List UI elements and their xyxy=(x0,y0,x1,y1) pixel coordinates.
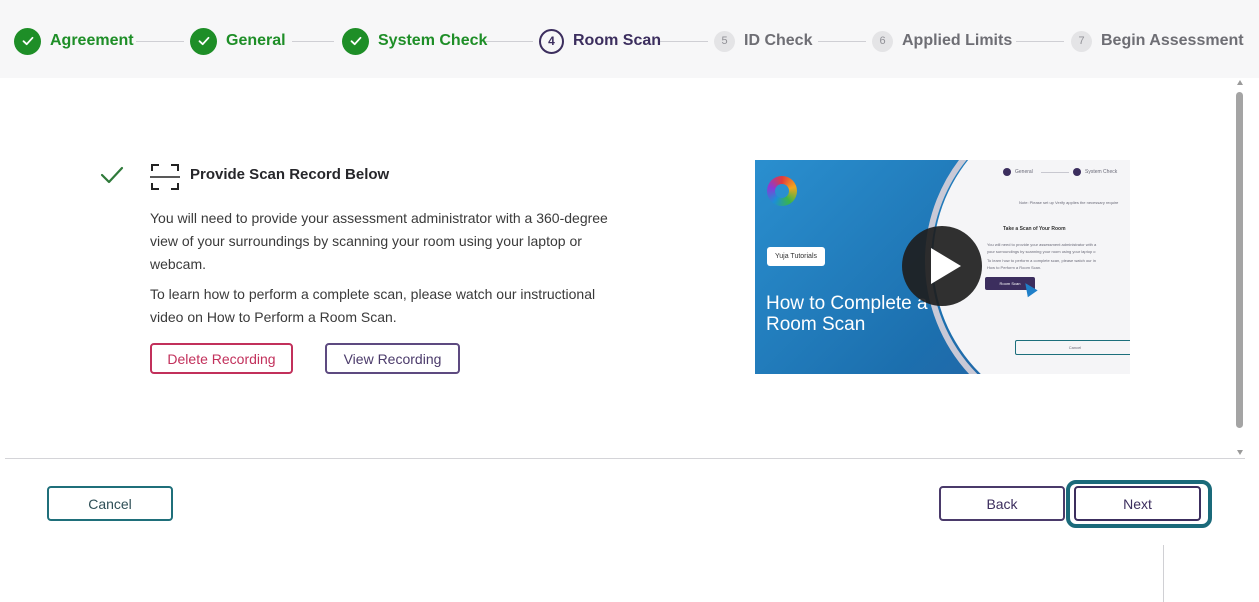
play-button-icon[interactable] xyxy=(902,226,982,306)
step-label: Agreement xyxy=(50,32,134,49)
view-recording-button[interactable]: View Recording xyxy=(325,343,460,374)
check-circle-icon xyxy=(14,27,41,55)
step-label: Applied Limits xyxy=(902,32,1013,49)
video-title: How to Complete a Room Scan xyxy=(766,293,928,335)
tutorial-paragraph: To learn how to perform a complete scan,… xyxy=(150,286,596,325)
step-label: Room Scan xyxy=(573,32,662,49)
mini-text: You will need to provide your assessment… xyxy=(987,242,1097,247)
tutorial-video-thumbnail[interactable]: General System Check Note: Please set up… xyxy=(755,160,1130,374)
step-room-scan[interactable]: 4 Room Scan xyxy=(539,27,661,55)
step-number: 4 xyxy=(539,28,564,54)
checkmark-icon xyxy=(100,165,124,190)
scrollbar-thumb[interactable] xyxy=(1236,92,1243,428)
check-circle-icon xyxy=(342,27,369,55)
scroll-down-arrow[interactable] xyxy=(1237,450,1243,455)
scan-frame-icon xyxy=(150,163,180,196)
step-connector xyxy=(136,41,184,42)
cancel-button[interactable]: Cancel xyxy=(47,486,173,521)
step-applied-limits: 6 Applied Limits xyxy=(872,27,1012,55)
step-number: 6 xyxy=(872,30,893,52)
mini-text: To learn how to perform a complete scan,… xyxy=(987,258,1096,263)
step-agreement[interactable]: Agreement xyxy=(14,27,134,55)
check-circle-icon xyxy=(190,27,217,55)
scroll-up-arrow[interactable] xyxy=(1237,80,1243,85)
step-connector xyxy=(660,41,708,42)
divider-line xyxy=(1163,545,1164,602)
progress-stepper: Agreement General System Check 4 Room Sc… xyxy=(0,0,1259,78)
step-begin-assessment: 7 Begin Assessment xyxy=(1071,27,1244,55)
delete-recording-button[interactable]: Delete Recording xyxy=(150,343,293,374)
step-number: 5 xyxy=(714,30,735,52)
step-number: 7 xyxy=(1071,30,1092,52)
mini-cancel-button: Cancel xyxy=(1015,340,1130,355)
mini-heading: Take a Scan of Your Room xyxy=(1003,226,1066,232)
step-connector xyxy=(1016,41,1064,42)
step-id-check: 5 ID Check xyxy=(714,27,812,55)
step-connector xyxy=(292,41,334,42)
mini-step-system-check: System Check xyxy=(1085,169,1118,175)
back-button[interactable]: Back xyxy=(939,486,1065,521)
step-general[interactable]: General xyxy=(190,27,286,55)
next-button[interactable]: Next xyxy=(1074,486,1201,521)
mini-text: How to Perform a Room Scan. xyxy=(987,265,1042,270)
mini-check-icon xyxy=(1003,168,1011,176)
mini-text: your surroundings by scanning your room … xyxy=(987,249,1096,254)
mini-note: Note: Please set up Verify applies the n… xyxy=(1019,200,1119,205)
step-label: ID Check xyxy=(744,32,813,49)
section-title: Provide Scan Record Below xyxy=(190,166,390,183)
mini-step-general: General xyxy=(1015,169,1033,175)
step-label: Begin Assessment xyxy=(1101,32,1244,49)
yuja-logo xyxy=(767,176,797,206)
step-label: General xyxy=(226,32,286,49)
step-system-check[interactable]: System Check xyxy=(342,27,487,55)
mini-check-icon xyxy=(1073,168,1081,176)
mini-connector xyxy=(1041,172,1069,173)
footer-divider xyxy=(5,458,1245,459)
instruction-paragraph: You will need to provide your assessment… xyxy=(150,210,608,272)
step-connector xyxy=(818,41,866,42)
step-label: System Check xyxy=(378,32,488,49)
step-connector xyxy=(485,41,533,42)
video-tag: Yuja Tutorials xyxy=(767,247,825,266)
